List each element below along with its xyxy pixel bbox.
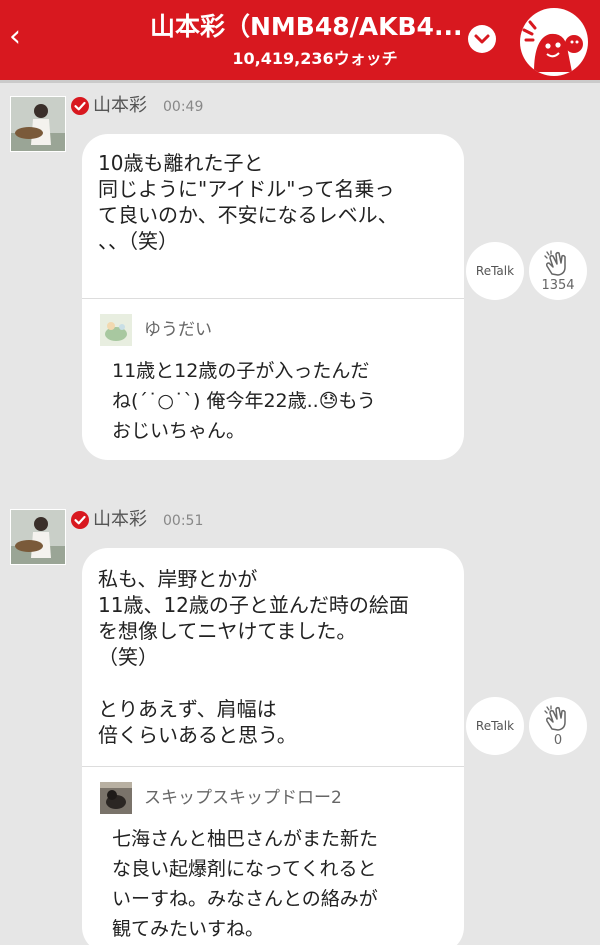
avatar[interactable] [10,509,66,565]
clap-button[interactable]: 1354 [529,242,587,300]
retalk-label: ReTalk [475,264,515,278]
post-time: 00:51 [163,513,204,529]
divider [82,298,464,299]
clap-button[interactable]: 0 [529,697,587,755]
chevron-down-icon[interactable] [468,25,496,53]
avatar[interactable] [10,96,66,152]
clap-icon [543,705,573,731]
page-title: 山本彩（NMB48/AKB4... [150,12,463,41]
clap-count: 1354 [541,278,575,293]
mascot-icon[interactable] [520,8,588,76]
verified-badge-icon [71,97,89,115]
header-shadow [0,80,600,83]
message-text: 10歳も離れた子と 同じように"アイドル"って名乗っ て良いのか、不安になるレベ… [98,151,398,253]
retalk-button[interactable]: ReTalk [466,242,524,300]
author-name: 山本彩 [93,95,147,116]
message-text: 私も、岸野とかが 11歳、12歳の子と並んだ時の絵面 を想像してニヤけてました。… [98,567,409,747]
reply-text: 七海さんと柚巴さんがまた新た な良い起爆剤になってくれると いーすね。みなさんと… [112,828,379,940]
clap-count: 0 [553,733,563,748]
divider [82,766,464,767]
retalk-label: ReTalk [475,719,515,733]
message-card: 10歳も離れた子と 同じように"アイドル"って名乗っ て良いのか、不安になるレベ… [82,134,464,460]
reply-avatar[interactable] [100,314,132,346]
reply-author: スキップスキップドロー2 [144,788,342,808]
author-name: 山本彩 [93,509,147,530]
retalk-button[interactable]: ReTalk [466,697,524,755]
watch-count: 10,419,236ウォッチ [232,49,398,68]
reply-text: 11歳と12歳の子が入ったんだ ね(´˙○˙`) 俺今年22歳..😓もう おじい… [112,360,376,442]
clap-icon [543,250,573,276]
back-button[interactable]: ‹ [4,20,26,54]
verified-badge-icon [71,511,89,529]
message-card: 私も、岸野とかが 11歳、12歳の子と並んだ時の絵面 を想像してニヤけてました。… [82,548,464,945]
app-header: ‹ 山本彩（NMB48/AKB4... 10,419,236ウォッチ [0,0,600,80]
reply-avatar[interactable] [100,782,132,814]
post-time: 00:49 [163,99,204,115]
reply-author: ゆうだい [144,320,212,340]
